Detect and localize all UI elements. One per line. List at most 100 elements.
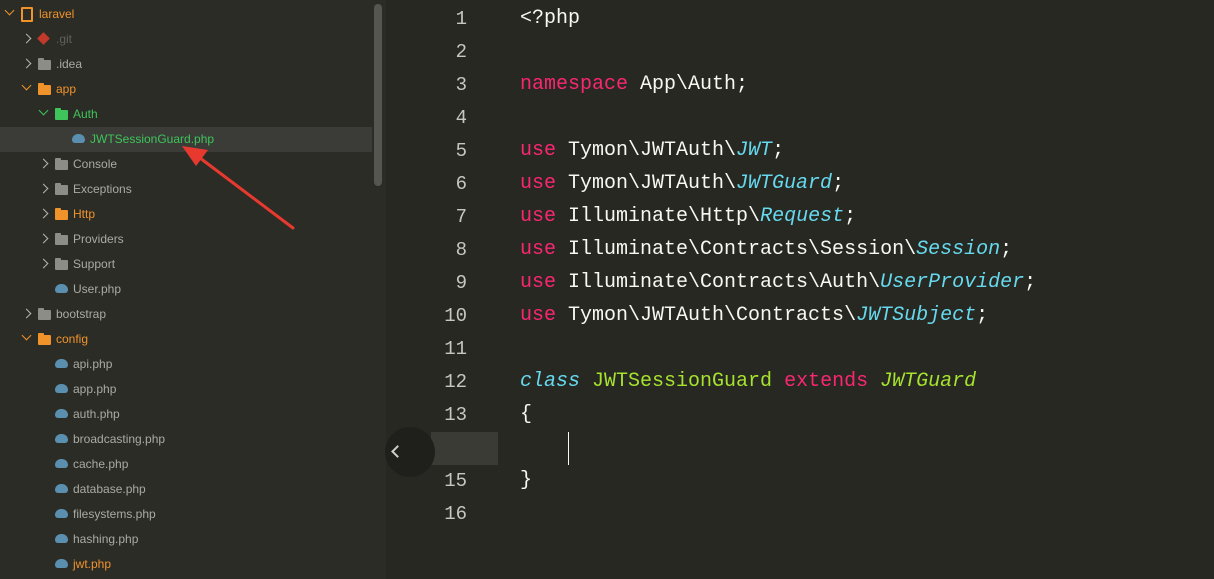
chevron-right-icon[interactable] [38,208,49,219]
tree-item-app-php[interactable]: app.php [0,377,372,402]
chevron-down-icon[interactable] [21,330,32,341]
line-number: 12 [444,371,467,393]
tree-item-database-php[interactable]: database.php [0,477,372,502]
code-line[interactable]: use Tymon\JWTAuth\JWTGuard; [520,172,844,195]
tree-item-hashing-php[interactable]: hashing.php [0,527,372,552]
folder-icon [55,208,68,220]
code-line[interactable]: use Illuminate\Contracts\Auth\UserProvid… [520,271,1036,294]
php-elephant-icon [55,384,68,393]
tree-item-label: hashing.php [73,532,139,546]
code-line[interactable]: <?php [520,7,580,30]
code-line[interactable]: use Tymon\JWTAuth\JWT; [520,139,784,162]
code-token: use [520,139,557,162]
tree-item-jwt-php[interactable]: jwt.php [0,552,372,577]
tree-item-label: auth.php [73,407,120,421]
code-line[interactable]: namespace App\Auth; [520,73,748,96]
line-number: 8 [455,239,467,261]
folder-icon [55,258,68,270]
tree-item-label: database.php [73,482,146,496]
php-elephant-icon [55,409,68,418]
chevron-right-icon[interactable] [21,33,32,44]
code-line[interactable]: use Illuminate\Http\Request; [520,205,856,228]
tree-item-laravel[interactable]: laravel [0,2,372,27]
code-line[interactable]: class JWTSessionGuard extends JWTGuard [520,370,976,393]
collapse-sidebar-button[interactable] [385,427,435,477]
code-token: JWTSessionGuard [592,370,773,393]
tree-item-label: .idea [56,57,83,71]
tree-item-console[interactable]: Console [0,152,372,177]
tree-item-label: config [56,332,89,346]
tree-item-providers[interactable]: Providers [0,227,372,252]
line-number: 6 [455,173,467,195]
line-number: 7 [455,206,467,228]
tree-item-label: app [56,82,77,96]
chevron-right-icon[interactable] [38,233,49,244]
php-elephant-icon [55,509,68,518]
code-token: ; [976,304,989,327]
folder-icon [38,58,51,70]
tree-item-label: Console [73,157,118,171]
tree-item-cache-php[interactable]: cache.php [0,452,372,477]
tree-item-git[interactable]: .git [0,27,372,52]
tree-item-label: User.php [73,282,122,296]
chevron-down-icon[interactable] [21,80,32,91]
php-elephant-icon [55,559,68,568]
file-tree-sidebar: laravel .git .idea app Auth JWTSessionGuard.p… [0,0,386,579]
chevron-down-icon[interactable] [4,5,15,16]
code-token: Illuminate\Contracts\Session\ [556,238,917,261]
tree-item-label: Exceptions [73,182,132,196]
chevron-right-icon[interactable] [38,183,49,194]
code-token: UserProvider [880,271,1025,294]
tree-item-label: bootstrap [56,307,107,321]
project-icon [21,7,33,22]
tree-item-broadcasting-php[interactable]: broadcasting.php [0,427,372,452]
tree-item-jwtsessionguard-php[interactable]: JWTSessionGuard.php [0,127,372,152]
code-token: Tymon\JWTAuth\Contracts\ [556,304,857,327]
code-token: ; [844,205,857,228]
chevron-right-icon[interactable] [38,158,49,169]
tree-item-filesystems-php[interactable]: filesystems.php [0,502,372,527]
tree-item-app[interactable]: app [0,77,372,102]
tree-item-label: Support [73,257,116,271]
tree-item-http[interactable]: Http [0,202,372,227]
tree-item-bootstrap[interactable]: bootstrap [0,302,372,327]
code-line[interactable]: } [520,469,532,492]
code-line[interactable]: use Tymon\JWTAuth\Contracts\JWTSubject; [520,304,988,327]
text-cursor [568,432,569,465]
chevron-right-icon[interactable] [21,308,32,319]
tree-item-config[interactable]: config [0,327,372,352]
sidebar-scrollbar-thumb[interactable] [374,4,382,186]
code-token: use [520,172,557,195]
chevron-left-icon [391,445,404,458]
tree-item-auth[interactable]: Auth [0,102,372,127]
tree-item-label: Auth [73,107,98,121]
tree-item-label: JWTSessionGuard.php [90,132,215,146]
chevron-down-icon[interactable] [38,105,49,116]
tree-item-label: api.php [73,357,113,371]
code-token: use [520,205,557,228]
tree-item-api-php[interactable]: api.php [0,352,372,377]
chevron-right-icon[interactable] [38,258,49,269]
tree-item-user-php[interactable]: User.php [0,277,372,302]
code-token: Illuminate\Http\ [556,205,761,228]
folder-icon [55,233,68,245]
tree-item-auth-php[interactable]: auth.php [0,402,372,427]
code-line[interactable]: use Illuminate\Contracts\Session\Session… [520,238,1012,261]
chevron-right-icon[interactable] [21,58,32,69]
php-elephant-icon [72,134,85,143]
tree-item-exceptions[interactable]: Exceptions [0,177,372,202]
code-token: extends [784,370,869,393]
code-line[interactable]: { [520,403,532,426]
line-number: 11 [444,338,467,360]
folder-icon [38,333,51,345]
line-number: 10 [444,305,467,327]
tree-item-idea[interactable]: .idea [0,52,372,77]
git-icon [37,32,50,45]
line-number: 16 [444,503,467,525]
tree-item-support[interactable]: Support [0,252,372,277]
folder-icon [38,308,51,320]
tree-item-label: Http [73,207,96,221]
